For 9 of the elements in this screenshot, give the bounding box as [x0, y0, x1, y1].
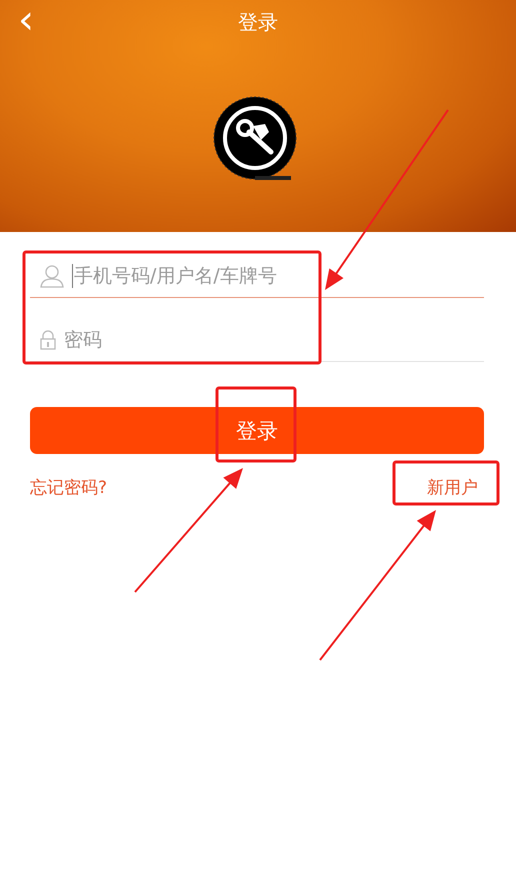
back-button[interactable]: ‹: [12, 2, 40, 38]
page-title: 登录: [238, 8, 278, 36]
login-button[interactable]: 登录: [30, 407, 484, 454]
lock-icon: [40, 330, 56, 350]
password-field[interactable]: 密码: [64, 329, 484, 351]
register-link[interactable]: 新用户: [427, 476, 478, 499]
forgot-password-link[interactable]: 忘记密码?: [30, 476, 108, 499]
user-icon: [40, 264, 64, 288]
username-field[interactable]: 手机号码/用户名/车牌号: [74, 265, 484, 287]
